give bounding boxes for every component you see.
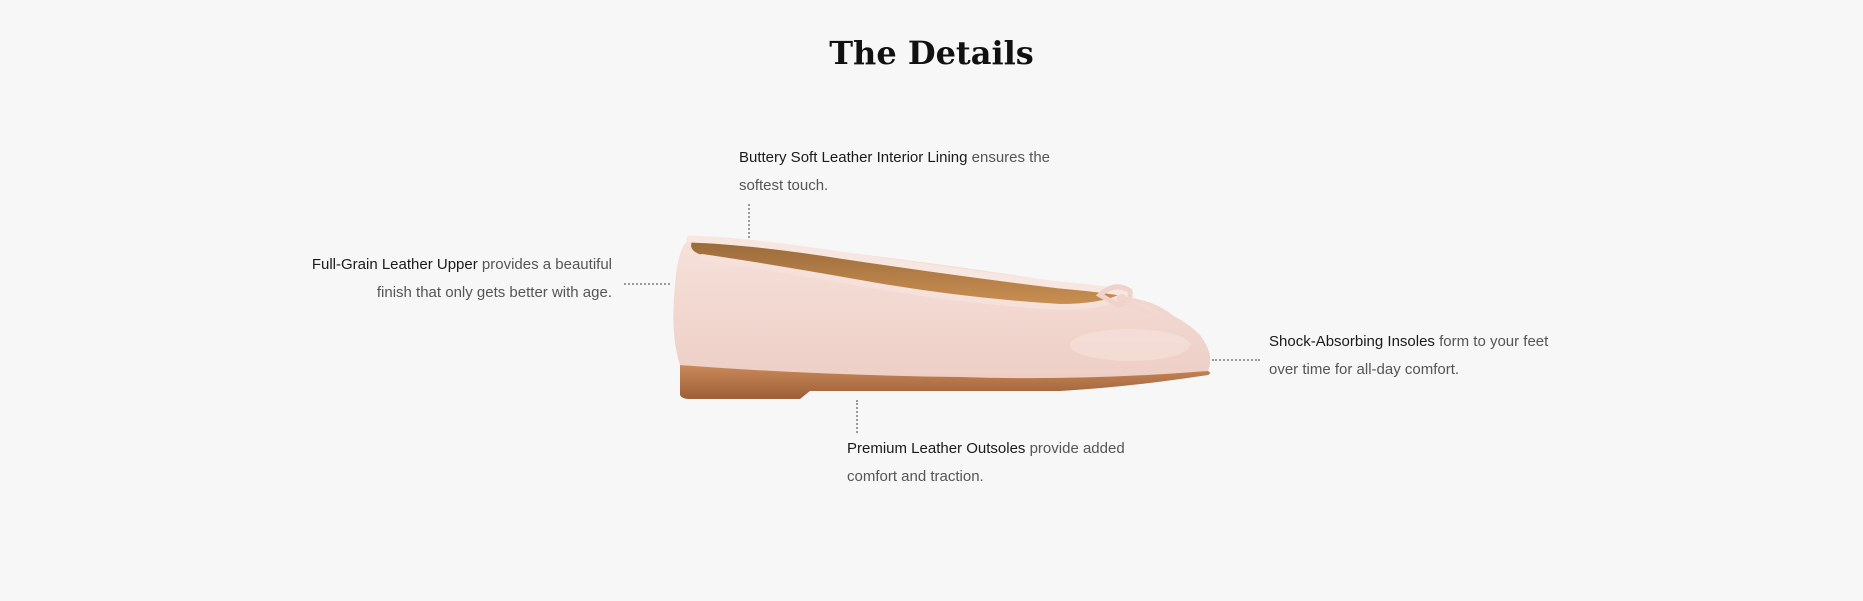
feature-upper-name: Full-Grain Leather Upper bbox=[311, 256, 478, 273]
details-section: The Details Buttery Soft Leather Interio… bbox=[0, 0, 1863, 601]
feature-upper-callout: Full-Grain Leather Upper provides a beau… bbox=[300, 251, 612, 307]
feature-lining-callout: Buttery Soft Leather Interior Lining ens… bbox=[739, 144, 1069, 200]
ballet-flat-image bbox=[673, 235, 1211, 399]
feature-outsoles-name: Premium Leather Outsoles bbox=[847, 440, 1026, 457]
feature-insoles-callout: Shock-Absorbing Insoles form to your fee… bbox=[1269, 328, 1569, 384]
feature-outsoles-callout: Premium Leather Outsoles provide added c… bbox=[847, 435, 1147, 491]
feature-lining-name: Buttery Soft Leather Interior Lining bbox=[739, 149, 968, 166]
feature-insoles-name: Shock-Absorbing Insoles bbox=[1269, 333, 1435, 350]
section-title: The Details bbox=[829, 34, 1034, 72]
